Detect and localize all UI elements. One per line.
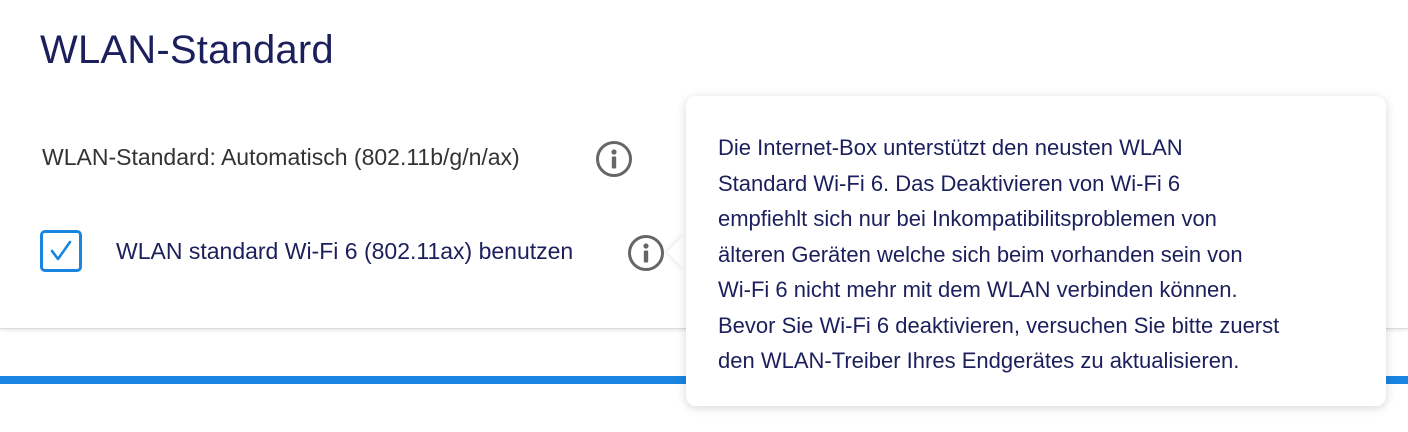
tooltip-text: Die Internet-Box unterstützt den neusten… — [718, 130, 1356, 379]
wlan-standard-info-icon[interactable] — [596, 141, 632, 177]
wlan-standard-label: WLAN-Standard: Automatisch (802.11b/g/n/… — [42, 144, 520, 170]
tooltip-line: Standard Wi-Fi 6. Das Deaktivieren von W… — [718, 170, 1181, 196]
tooltip-line: älteren Geräten welche sich beim vorhand… — [718, 241, 1243, 267]
tooltip-line: Wi-Fi 6 nicht mehr mit dem WLAN verbinde… — [718, 277, 1238, 302]
tooltip-line: Die Internet-Box unterstützt den neusten… — [718, 135, 1183, 160]
tooltip-line: den WLAN-Treiber Ihres Endgerätes zu akt… — [718, 348, 1240, 373]
wifi6-info-icon[interactable] — [628, 235, 664, 271]
section-title: WLAN-Standard — [40, 28, 334, 72]
wifi6-checkbox-label[interactable]: WLAN standard Wi-Fi 6 (802.11ax) benutze… — [116, 238, 573, 265]
wifi6-tooltip: Die Internet-Box unterstützt den neusten… — [686, 96, 1386, 406]
tooltip-line: empfiehlt sich nur bei Inkompatibilitspr… — [718, 206, 1217, 231]
tooltip-line: Bevor Sie Wi-Fi 6 deaktivieren, versuche… — [718, 312, 1280, 338]
wifi6-checkbox[interactable] — [40, 230, 82, 272]
checkmark-icon — [50, 240, 72, 261]
